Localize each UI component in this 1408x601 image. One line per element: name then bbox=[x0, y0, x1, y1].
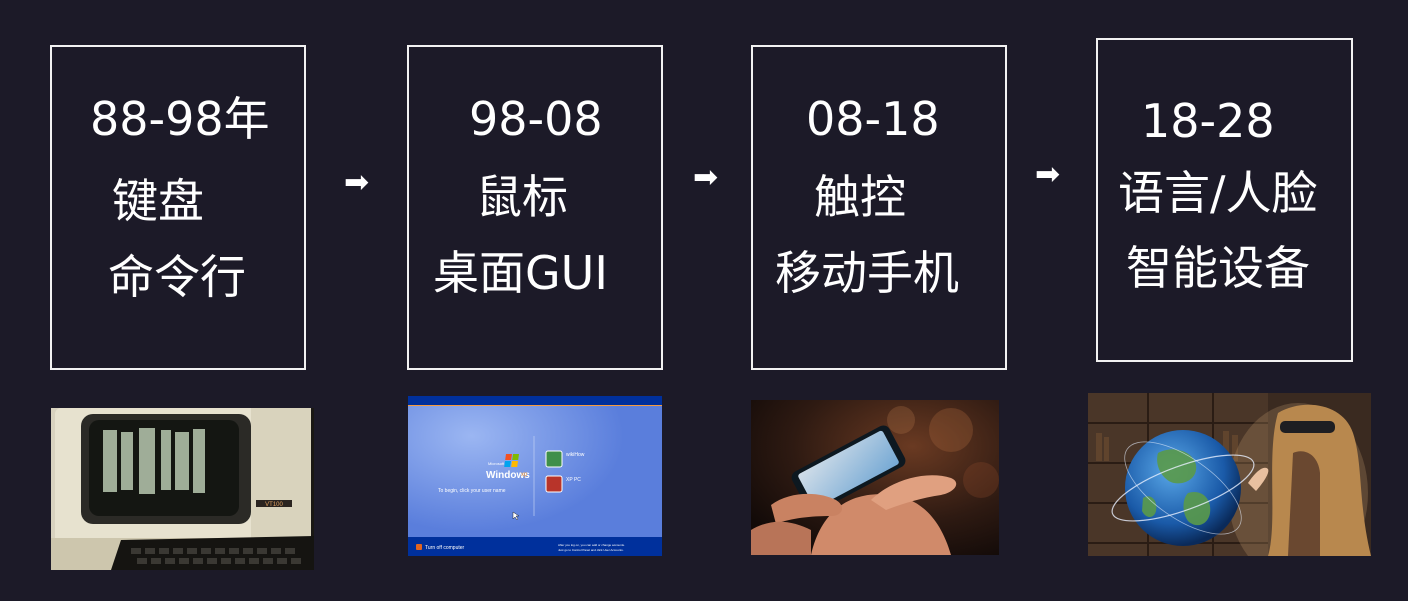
xp-footer-line1: After you log on, you can add or change … bbox=[558, 543, 625, 547]
xp-user-xppc[interactable]: XP PC bbox=[566, 477, 581, 483]
xp-user-avatar-icon bbox=[545, 475, 563, 493]
ar-headset-photo bbox=[1088, 393, 1371, 556]
arrow-icon: ➡ bbox=[1035, 157, 1061, 192]
xp-user-avatar-icon bbox=[545, 450, 563, 468]
era-interface-1988: 命令行 bbox=[108, 250, 246, 304]
xp-logo-small: Microsoft bbox=[488, 461, 505, 466]
era-years-1988: 88-98年 bbox=[90, 92, 270, 146]
era-input-2008: 触控 bbox=[814, 170, 906, 224]
era-interface-2018: 智能设备 bbox=[1126, 241, 1310, 295]
xp-user-wikihow[interactable]: wikiHow bbox=[566, 452, 585, 458]
terminal-brand-label: VT100 bbox=[265, 502, 283, 508]
xp-logo-suffix: xp bbox=[521, 472, 528, 478]
era-input-2018: 语言/人脸 bbox=[1118, 166, 1318, 220]
era-interface-1998: 桌面GUI bbox=[433, 246, 608, 300]
windows-xp-screenshot: Microsoft Windows xp To begin, click you… bbox=[408, 396, 662, 556]
era-input-1998: 鼠标 bbox=[476, 170, 568, 224]
arrow-icon: ➡ bbox=[344, 165, 370, 200]
era-years-1998: 98-08 bbox=[469, 92, 603, 146]
arrow-icon: ➡ bbox=[693, 160, 719, 195]
xp-turn-off[interactable]: Turn off computer bbox=[425, 545, 465, 551]
power-icon bbox=[416, 544, 422, 550]
era-interface-2008: 移动手机 bbox=[775, 246, 959, 300]
headset-icon bbox=[1280, 421, 1335, 433]
globe-icon bbox=[1125, 430, 1241, 546]
era-years-2008: 08-18 bbox=[806, 92, 940, 146]
era-input-1988: 键盘 bbox=[112, 174, 204, 228]
terminal-photo: VT100 bbox=[51, 408, 314, 570]
smartphone-photo bbox=[751, 400, 999, 555]
xp-instruction: To begin, click your user name bbox=[438, 488, 506, 494]
xp-footer-line2: Just go to Control Panel and click User … bbox=[558, 548, 624, 552]
era-years-2018: 18-28 bbox=[1141, 94, 1275, 148]
